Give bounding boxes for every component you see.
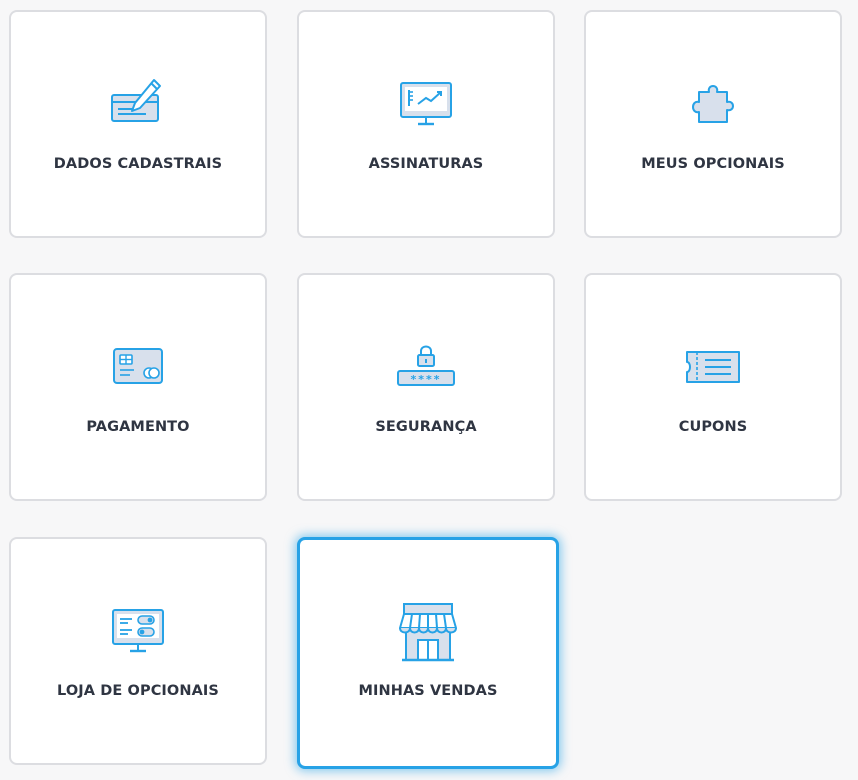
- credit-card-icon: [113, 348, 163, 384]
- card-loja-de-opcionais[interactable]: LOJA DE OPCIONAIS: [9, 537, 267, 765]
- card-assinaturas[interactable]: ASSINATURAS: [297, 10, 555, 238]
- card-label: CUPONS: [678, 419, 748, 435]
- storefront-icon: [399, 603, 457, 662]
- card-seguranca[interactable]: **** SEGURANÇA: [297, 273, 555, 501]
- monitor-chart-icon: [400, 82, 452, 126]
- card-cupons[interactable]: CUPONS: [584, 273, 842, 501]
- card-dados-cadastrais[interactable]: DADOS CADASTRAIS: [9, 10, 267, 238]
- coupon-ticket-icon: [686, 351, 740, 383]
- card-minhas-vendas[interactable]: MINHAS VENDAS: [297, 537, 559, 769]
- card-label: MINHAS VENDAS: [358, 683, 498, 699]
- puzzle-piece-icon: [692, 85, 734, 123]
- monitor-toggles-icon: [112, 609, 164, 653]
- card-label: DADOS CADASTRAIS: [53, 156, 223, 172]
- card-label: LOJA DE OPCIONAIS: [57, 683, 219, 699]
- card-label: MEUS OPCIONAIS: [641, 156, 785, 172]
- card-pagamento[interactable]: PAGAMENTO: [9, 273, 267, 501]
- card-label: PAGAMENTO: [86, 419, 190, 435]
- check-pen-icon: [111, 79, 161, 122]
- card-label: ASSINATURAS: [368, 156, 484, 172]
- card-meus-opcionais[interactable]: MEUS OPCIONAIS: [584, 10, 842, 238]
- password-lock-icon: ****: [397, 345, 455, 386]
- svg-text:****: ****: [410, 373, 441, 386]
- card-label: SEGURANÇA: [375, 419, 477, 435]
- account-menu-grid: DADOS CADASTRAIS ASSINATURAS MEUS OPCION…: [0, 0, 858, 780]
